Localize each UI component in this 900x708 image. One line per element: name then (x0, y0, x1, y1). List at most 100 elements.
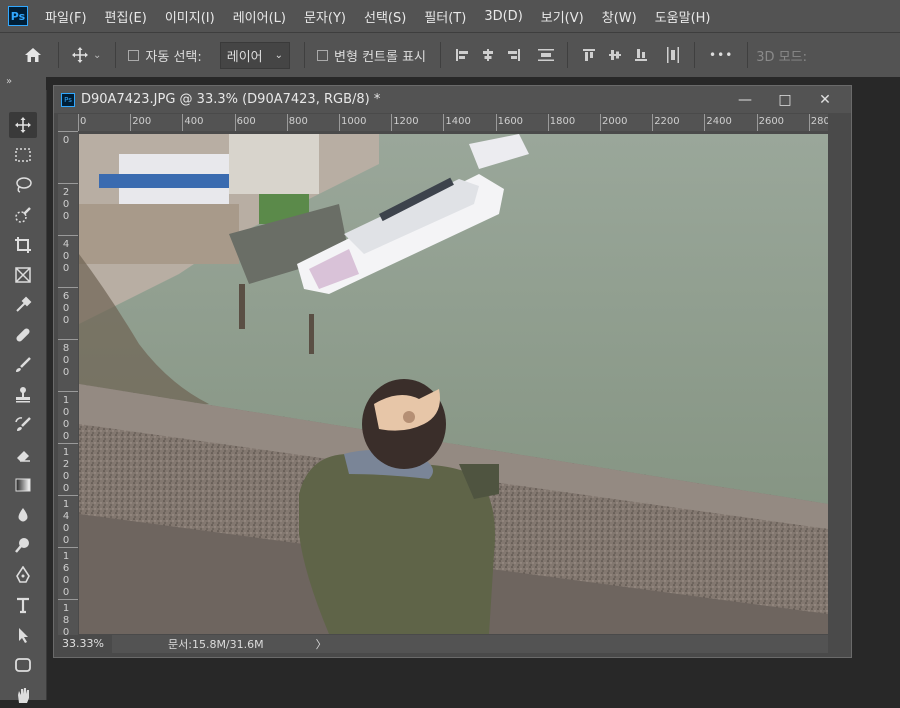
menu-layer[interactable]: 레이어(L) (224, 7, 295, 26)
stamp-tool-icon[interactable] (9, 382, 37, 408)
quick-select-tool-icon[interactable] (9, 202, 37, 228)
photo-image (79, 134, 828, 634)
home-icon[interactable] (20, 47, 46, 63)
ruler-v-label: 0 (62, 135, 70, 146)
history-brush-tool-icon[interactable] (9, 412, 37, 438)
status-menu-arrow-icon[interactable]: 〉 (316, 636, 327, 652)
menu-3d[interactable]: 3D(D) (475, 9, 531, 24)
close-button[interactable]: ✕ (805, 92, 845, 108)
horizontal-ruler[interactable]: 0 200 400 600 800 1000 1200 1400 1600 1800 2000 220… (78, 114, 828, 131)
status-bar: 33.33% 문서:15.8M/31.6M 〉 (58, 635, 828, 653)
layer-select-value: 레이어 (226, 49, 263, 65)
ruler-origin[interactable] (58, 114, 78, 131)
separator (304, 42, 306, 68)
shape-tool-icon[interactable] (9, 652, 37, 678)
ruler-v-tick (58, 391, 78, 392)
ruler-h-label: 600 (236, 116, 256, 127)
ruler-h-label: 800 (288, 116, 308, 127)
chevron-down-icon[interactable]: ⌄ (93, 50, 101, 61)
ruler-v-tick (58, 495, 78, 496)
ruler-h-label: 1600 (497, 116, 524, 127)
ruler-h-label: 2000 (602, 116, 628, 127)
ruler-h-label: 200 (132, 116, 152, 127)
document-window: Ps D90A7423.JPG @ 33.3% (D90A7423, RGB/8… (53, 85, 852, 658)
separator (115, 42, 117, 68)
transform-controls-checkbox[interactable] (317, 49, 329, 61)
separator (694, 42, 696, 68)
chevron-down-icon: ⌄ (274, 49, 284, 61)
ruler-v-label: 200 (62, 187, 70, 222)
ruler-h-tick (652, 114, 654, 131)
ruler-h-label: 0 (80, 116, 87, 127)
distribute-vertical-icon[interactable] (660, 46, 686, 64)
more-options-icon[interactable]: ••• (709, 48, 733, 62)
ruler-h-label: 1200 (393, 116, 419, 127)
app-logo: Ps (8, 6, 28, 26)
ruler-v-tick (58, 235, 78, 236)
healing-brush-tool-icon[interactable] (9, 322, 37, 348)
brush-tool-icon[interactable] (9, 352, 37, 378)
menu-file[interactable]: 파일(F) (36, 7, 96, 26)
lasso-tool-icon[interactable] (9, 172, 37, 198)
align-right-icon[interactable] (501, 46, 527, 64)
gradient-tool-icon[interactable] (9, 472, 37, 498)
document-type-icon: Ps (61, 92, 75, 107)
ruler-h-label: 2600 (758, 116, 785, 127)
align-center-h-icon[interactable] (475, 46, 501, 64)
ruler-v-tick (58, 547, 78, 548)
ruler-h-label: 2200 (654, 116, 680, 127)
menu-window[interactable]: 창(W) (593, 7, 646, 26)
ruler-h-tick (234, 114, 236, 131)
frame-tool-icon[interactable] (9, 262, 37, 288)
zoom-level[interactable]: 33.33% (58, 635, 112, 653)
align-middle-v-icon[interactable] (602, 46, 628, 64)
pen-tool-icon[interactable] (9, 562, 37, 588)
menu-select[interactable]: 선택(S) (355, 7, 415, 26)
menu-filter[interactable]: 필터(T) (415, 7, 475, 26)
align-bottom-icon[interactable] (628, 46, 654, 64)
vertical-ruler[interactable]: 0 200 400 600 800 1000 1200 1400 1600 1800 (58, 131, 78, 636)
ruler-h-tick (547, 114, 549, 131)
ruler-v-label: 1600 (62, 551, 70, 598)
move-tool-icon[interactable] (9, 112, 37, 138)
maximize-button[interactable]: □ (765, 92, 805, 108)
ruler-h-tick (704, 114, 706, 131)
blur-tool-icon[interactable] (9, 502, 37, 528)
menu-type[interactable]: 문자(Y) (295, 7, 355, 26)
ruler-h-tick (130, 114, 132, 131)
menu-image[interactable]: 이미지(I) (156, 7, 224, 26)
document-title-bar[interactable]: Ps D90A7423.JPG @ 33.3% (D90A7423, RGB/8… (54, 86, 851, 113)
dodge-tool-icon[interactable] (9, 532, 37, 558)
image-canvas[interactable] (79, 134, 828, 634)
ruler-h-tick (286, 114, 288, 131)
ruler-v-label: 1200 (62, 447, 70, 494)
eraser-tool-icon[interactable] (9, 442, 37, 468)
minimize-button[interactable]: — (725, 92, 765, 108)
menu-edit[interactable]: 편집(E) (96, 7, 156, 26)
hand-tool-icon[interactable] (9, 682, 37, 708)
crop-tool-icon[interactable] (9, 232, 37, 258)
align-left-icon[interactable] (449, 46, 475, 64)
ruler-v-tick (58, 131, 78, 132)
auto-select-checkbox[interactable] (128, 49, 140, 61)
layer-select-dropdown[interactable]: 레이어 ⌄ (219, 41, 291, 69)
menu-view[interactable]: 보기(V) (532, 7, 593, 26)
ruler-h-label: 1000 (341, 116, 367, 127)
options-bar: ⌄ 자동 선택: 레이어 ⌄ 변형 컨트롤 표시 ••• 3D 모드: (0, 32, 900, 77)
window-controls: — □ ✕ (725, 86, 845, 113)
move-icon[interactable] (67, 46, 93, 64)
ruler-v-label: 1000 (62, 395, 70, 442)
ruler-v-tick (58, 183, 78, 184)
separator (567, 42, 569, 68)
ruler-h-tick (495, 114, 497, 131)
eyedropper-tool-icon[interactable] (9, 292, 37, 318)
menu-help[interactable]: 도움말(H) (646, 7, 720, 26)
auto-select-label: 자동 선택: (145, 49, 202, 65)
type-tool-icon[interactable] (9, 592, 37, 618)
path-select-tool-icon[interactable] (9, 622, 37, 648)
ruler-h-tick (808, 114, 810, 131)
panel-collapse-toggle[interactable]: » (0, 76, 46, 90)
marquee-tool-icon[interactable] (9, 142, 37, 168)
distribute-horizontal-icon[interactable] (533, 46, 559, 64)
align-top-icon[interactable] (576, 46, 602, 64)
